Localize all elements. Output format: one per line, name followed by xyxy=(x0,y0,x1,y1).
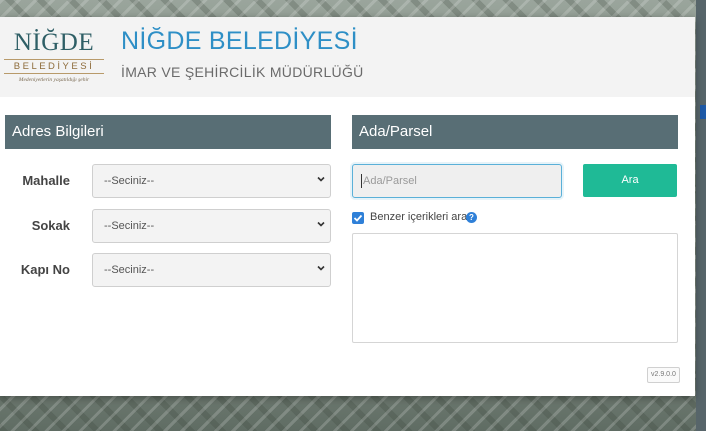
chevron-down-icon xyxy=(316,254,326,286)
mahalle-label: Mahalle xyxy=(22,173,70,188)
kapi-no-label: Kapı No xyxy=(20,262,70,277)
similar-content-label[interactable]: Benzer içerikleri ara xyxy=(370,211,467,223)
map-edge xyxy=(696,0,706,431)
ada-parsel-placeholder: Ada/Parsel xyxy=(363,175,417,187)
municipality-logo: NİĞDE BELEDİYESİ Medeniyetlerin yaşatıld… xyxy=(4,25,104,91)
logo-wordmark: NİĞDE xyxy=(13,29,95,56)
mahalle-select[interactable]: --Seciniz-- xyxy=(92,164,331,198)
page-title: NİĞDE BELEDİYESİ xyxy=(121,27,358,55)
search-panel: NİĞDE BELEDİYESİ Medeniyetlerin yaşatıld… xyxy=(0,17,695,396)
logo-motto: Medeniyetlerin yaşatıldığı şehir xyxy=(18,77,90,83)
chevron-down-icon xyxy=(316,165,326,197)
search-button[interactable]: Ara xyxy=(583,164,677,197)
similar-content-checkbox[interactable] xyxy=(352,212,364,224)
version-badge: v2.9.0.0 xyxy=(647,367,680,383)
logo-subtext: BELEDİYESİ xyxy=(4,59,104,74)
check-icon xyxy=(353,214,363,222)
ada-parsel-input[interactable]: Ada/Parsel xyxy=(352,164,562,198)
header: NİĞDE BELEDİYESİ Medeniyetlerin yaşatıld… xyxy=(0,17,695,97)
sokak-select[interactable]: --Seciniz-- xyxy=(92,209,331,243)
mahalle-select-value: --Seciniz-- xyxy=(104,175,155,187)
kapi-no-select[interactable]: --Seciniz-- xyxy=(92,253,331,287)
page-subtitle: İMAR VE ŞEHİRCİLİK MÜDÜRLÜĞÜ xyxy=(121,64,364,80)
results-box[interactable] xyxy=(352,233,678,343)
info-icon[interactable]: ? xyxy=(466,212,477,223)
chevron-down-icon xyxy=(316,210,326,242)
sokak-label: Sokak xyxy=(31,218,70,233)
map-control-tab[interactable] xyxy=(700,105,706,119)
text-caret xyxy=(361,174,362,189)
address-section-header: Adres Bilgileri xyxy=(5,115,331,149)
sokak-select-value: --Seciniz-- xyxy=(104,220,155,232)
kapi-no-select-value: --Seciniz-- xyxy=(104,264,155,276)
parcel-section-header: Ada/Parsel xyxy=(352,115,678,149)
